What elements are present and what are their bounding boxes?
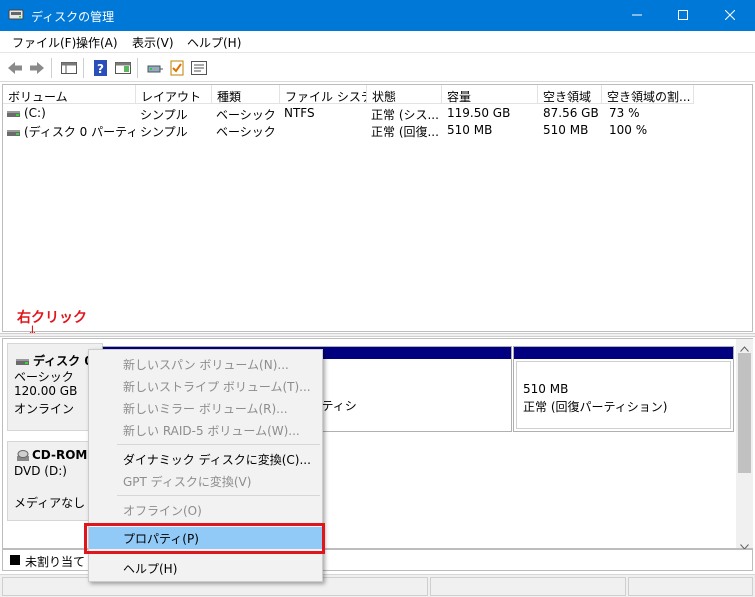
capacity-cell: 119.50 GB [447, 106, 511, 120]
status-cell [628, 577, 753, 596]
partition-recovery[interactable]: 510 MB 正常 (回復パーティション) [513, 346, 734, 432]
disk-0-size: 120.00 GB [14, 384, 78, 398]
volume-name-cell: (ディスク 0 パーティシ... [7, 123, 135, 140]
connect-icon[interactable] [146, 59, 164, 77]
disk-icon [16, 358, 29, 365]
title-bar[interactable]: ディスクの管理 [0, 0, 755, 31]
table-row[interactable]: (C:) シンプル ベーシック NTFS 正常 (シス... 119.50 GB… [3, 105, 752, 122]
disk-0-type: ベーシック [14, 370, 74, 384]
partition-recovery-body: 510 MB 正常 (回復パーティション) [516, 361, 731, 429]
menu-bar: ファイル(F) 操作(A) 表示(V) ヘルプ(H) [0, 31, 755, 52]
cdrom-0-status: メディアなし [14, 496, 86, 510]
menu-item-offline[interactable]: オフライン(O) [89, 499, 322, 521]
toolbar-separator [83, 58, 84, 78]
menu-item-convert-dynamic[interactable]: ダイナミック ディスクに変換(C)... [89, 448, 322, 470]
disk-0-name: ディスク 0 [16, 352, 93, 369]
free-percent-cell: 73 % [609, 106, 640, 120]
partition-recovery-size: 510 MB [523, 382, 569, 396]
properties-list-icon[interactable] [190, 59, 208, 77]
volume-list[interactable]: ボリューム レイアウト 種類 ファイル システム 状態 容量 空き領域 空き領域… [2, 84, 753, 332]
column-header-capacity[interactable]: 容量 [442, 85, 538, 104]
menu-view[interactable]: 表示(V) [132, 34, 174, 51]
toolbar-separator [137, 58, 138, 78]
layout-cell: シンプル [140, 108, 188, 122]
help-icon[interactable]: ? [92, 59, 110, 77]
maximize-icon [678, 9, 688, 23]
menu-file[interactable]: ファイル(F) [12, 34, 76, 51]
minimize-icon [632, 9, 642, 23]
menu-separator [117, 444, 320, 445]
menu-item-help[interactable]: ヘルプ(H) [89, 557, 322, 579]
scrollbar-thumb[interactable] [738, 353, 751, 473]
column-header-free-percent[interactable]: 空き領域の割... [602, 85, 694, 104]
drive-icon [7, 110, 20, 117]
menu-separator [117, 495, 320, 496]
checklist-icon[interactable] [168, 59, 186, 77]
back-arrow-icon[interactable] [6, 59, 24, 77]
type-cell: ベーシック [216, 108, 276, 122]
cdrom-0-type: DVD (D:) [14, 464, 67, 478]
column-header-filesystem[interactable]: ファイル システム [280, 85, 367, 104]
status-cell: 正常 (シス... [371, 108, 439, 122]
menu-action[interactable]: 操作(A) [76, 34, 118, 51]
toolbar-separator [51, 58, 52, 78]
menu-item-new-raid5-volume[interactable]: 新しい RAID-5 ボリューム(W)... [89, 419, 322, 441]
toolbar: ? [0, 52, 755, 82]
menu-item-new-striped-volume[interactable]: 新しいストライプ ボリューム(T)... [89, 375, 322, 397]
partition-header-bar [514, 347, 733, 359]
free-percent-cell: 100 % [609, 123, 648, 137]
unallocated-swatch [10, 555, 20, 565]
menu-help[interactable]: ヘルプ(H) [187, 34, 241, 51]
minimize-button[interactable] [614, 0, 660, 31]
menu-item-new-mirrored-volume[interactable]: 新しいミラー ボリューム(R)... [89, 397, 322, 419]
partition-recovery-status: 正常 (回復パーティション) [523, 400, 668, 414]
drive-icon [7, 129, 20, 136]
table-row[interactable]: (ディスク 0 パーティシ... シンプル ベーシック 正常 (回復... 51… [3, 122, 752, 139]
menu-item-convert-gpt[interactable]: GPT ディスクに変換(V) [89, 470, 322, 492]
console-tree-icon[interactable] [60, 59, 78, 77]
column-header-free-space[interactable]: 空き領域 [538, 85, 602, 104]
filesystem-cell: NTFS [284, 106, 315, 120]
pane-splitter[interactable] [0, 333, 755, 337]
free-space-cell: 87.56 GB [543, 106, 599, 120]
disk-management-icon [8, 8, 24, 22]
column-header-layout[interactable]: レイアウト [136, 85, 212, 104]
forward-arrow-icon[interactable] [28, 59, 46, 77]
volume-name-cell: (C:) [7, 106, 135, 120]
menu-item-new-spanned-volume[interactable]: 新しいスパン ボリューム(N)... [89, 353, 322, 375]
capacity-cell: 510 MB [447, 123, 493, 137]
properties-callout-box [84, 523, 325, 554]
column-header-status[interactable]: 状態 [367, 85, 442, 104]
column-header-type[interactable]: 種類 [212, 85, 280, 104]
status-cell: 正常 (回復... [371, 125, 439, 139]
window-title: ディスクの管理 [31, 10, 115, 24]
legend-unallocated: 未割り当て [25, 555, 86, 569]
free-space-cell: 510 MB [543, 123, 589, 137]
svg-text:?: ? [97, 62, 104, 76]
close-icon [724, 9, 736, 23]
type-cell: ベーシック [216, 125, 276, 139]
maximize-button[interactable] [660, 0, 706, 31]
close-button[interactable] [707, 0, 753, 31]
status-cell [430, 577, 626, 596]
action-pane-icon[interactable] [114, 59, 132, 77]
cdrom-icon [16, 448, 32, 462]
layout-cell: シンプル [140, 125, 188, 139]
column-header-volume[interactable]: ボリューム [3, 85, 136, 104]
disk-0-status: オンライン [14, 402, 75, 416]
